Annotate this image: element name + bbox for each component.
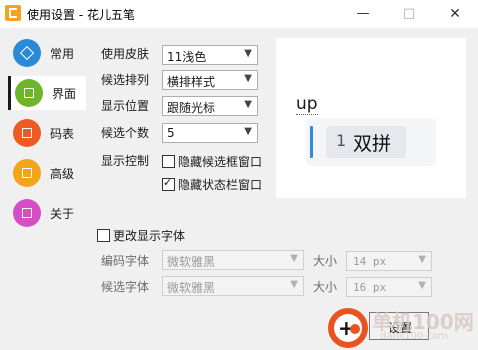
code-font-select[interactable]: 微软雅黑 ▼ xyxy=(162,250,304,270)
change-font-checkbox[interactable] xyxy=(97,229,110,242)
chevron-down-icon: ▼ xyxy=(290,279,298,290)
hide-status-checkbox[interactable] xyxy=(162,176,175,191)
nav-item-label: 常用 xyxy=(50,47,75,61)
square-diamond-icon xyxy=(13,39,41,67)
layout-value: 横排样式 xyxy=(167,75,216,89)
chevron-down-icon: ▼ xyxy=(244,126,252,137)
hide-candidate-checkbox[interactable] xyxy=(162,155,175,168)
chevron-down-icon: ▼ xyxy=(244,99,252,110)
watermark-logo: + xyxy=(328,308,368,348)
skin-preview: up 1 双拼 xyxy=(276,38,466,198)
nav-item-codetable[interactable]: 码表 xyxy=(8,116,86,150)
layout-label: 候选排列 xyxy=(101,73,150,87)
code-font-value: 微软雅黑 xyxy=(167,255,216,269)
count-label: 候选个数 xyxy=(101,126,150,140)
title-bar: 使用设置 - 花儿五笔 — □ ✕ xyxy=(0,0,478,28)
position-value: 跟随光标 xyxy=(167,101,216,115)
nav-item-label: 界面 xyxy=(52,87,77,101)
close-button[interactable]: ✕ xyxy=(432,0,478,28)
grid-icon xyxy=(13,159,41,187)
nav-item-about[interactable]: 关于 xyxy=(8,196,86,230)
candidate-size-select[interactable]: 16 px ▼ xyxy=(346,277,432,297)
info-card-icon xyxy=(13,199,41,227)
candidate-size-label: 大小 xyxy=(313,280,338,294)
code-size-label: 大小 xyxy=(313,254,338,268)
display-control-label: 显示控制 xyxy=(101,154,150,168)
position-select[interactable]: 跟随光标 ▼ xyxy=(162,96,258,116)
preview-candidate-number: 1 xyxy=(336,131,347,150)
hide-status-label: 隐藏状态栏窗口 xyxy=(178,178,263,192)
position-label: 显示位置 xyxy=(101,99,150,113)
chevron-down-icon: ▼ xyxy=(244,48,252,59)
change-font-label: 更改显示字体 xyxy=(113,229,186,243)
preview-code: up xyxy=(296,94,318,115)
chevron-down-icon: ▼ xyxy=(418,280,426,291)
preview-accent-bar xyxy=(310,126,313,158)
layout-select[interactable]: 横排样式 ▼ xyxy=(162,70,258,90)
preview-candidate-box: 1 双拼 xyxy=(306,118,436,166)
nav-item-label: 关于 xyxy=(50,207,75,221)
window-title: 使用设置 - 花儿五笔 xyxy=(27,8,135,22)
watermark-dot xyxy=(350,324,360,334)
minimize-button[interactable]: — xyxy=(340,0,386,28)
hide-candidate-label: 隐藏候选框窗口 xyxy=(178,155,263,169)
candidate-font-select[interactable]: 微软雅黑 ▼ xyxy=(162,276,304,296)
candidate-size-value: 16 px xyxy=(353,281,387,294)
count-select[interactable]: 5 ▼ xyxy=(162,123,258,143)
nav-item-interface[interactable]: 界面 xyxy=(8,76,86,110)
watermark-subtext: danji100.com xyxy=(380,331,448,342)
nav-item-label: 高级 xyxy=(50,167,75,181)
code-font-label: 编码字体 xyxy=(101,254,150,268)
skin-value: 11浅色 xyxy=(167,50,207,64)
preview-candidate: 1 双拼 xyxy=(326,126,406,158)
chevron-down-icon: ▼ xyxy=(290,253,298,264)
nav-item-advanced[interactable]: 高级 xyxy=(8,156,86,190)
nav-item-common[interactable]: 常用 xyxy=(8,36,86,70)
count-value: 5 xyxy=(167,126,175,140)
candidate-font-label: 候选字体 xyxy=(101,280,150,294)
layout-icon xyxy=(15,79,43,107)
preview-candidate-text: 双拼 xyxy=(353,133,392,155)
crop-icon xyxy=(13,119,41,147)
skin-select[interactable]: 11浅色 ▼ xyxy=(162,45,258,65)
code-size-select[interactable]: 14 px ▼ xyxy=(346,251,432,271)
code-size-value: 14 px xyxy=(353,255,387,268)
nav-item-label: 码表 xyxy=(50,127,75,141)
app-icon xyxy=(5,5,21,21)
skin-label: 使用皮肤 xyxy=(101,47,150,61)
maximize-button[interactable]: □ xyxy=(386,0,432,28)
candidate-font-value: 微软雅黑 xyxy=(167,281,216,295)
chevron-down-icon: ▼ xyxy=(418,254,426,265)
chevron-down-icon: ▼ xyxy=(244,73,252,84)
